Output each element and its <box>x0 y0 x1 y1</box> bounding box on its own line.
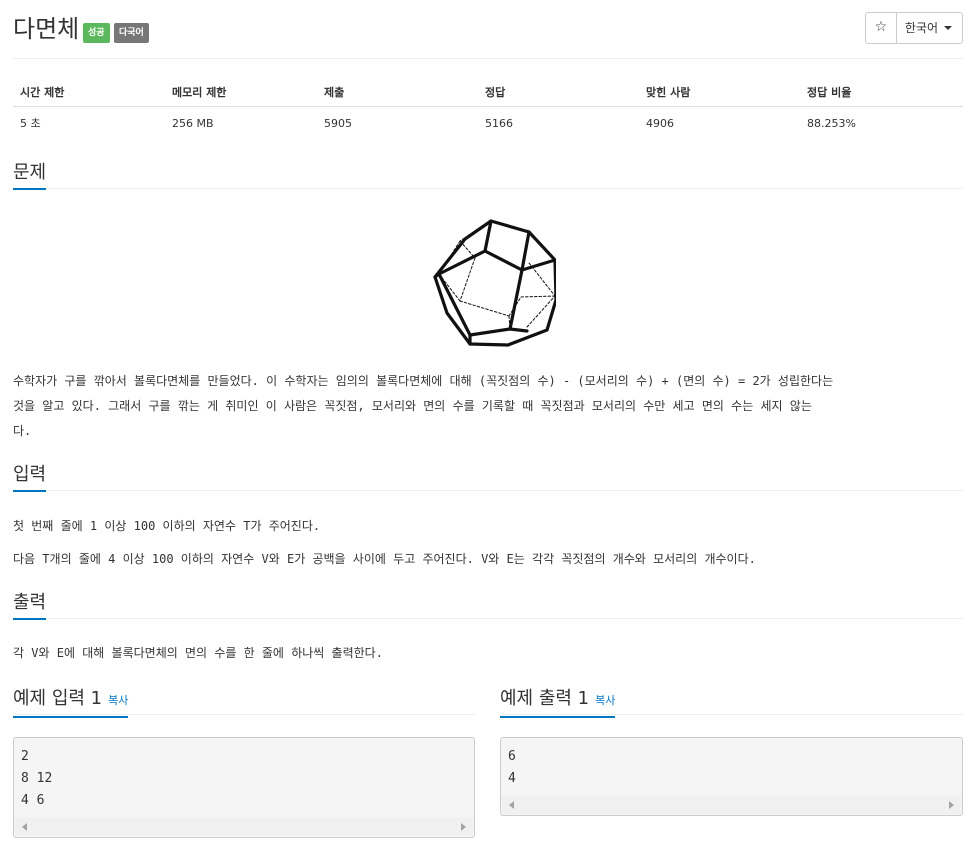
caret-down-icon <box>944 26 952 30</box>
scroll-right-icon[interactable] <box>461 823 466 831</box>
input-description: 첫 번째 줄에 1 이상 100 이하의 자연수 T가 주어진다. 다음 T개의… <box>13 514 963 572</box>
problem-text-line: 것을 알고 있다. 그래서 구를 깎는 게 취미인 이 사람은 꼭짓점, 모서리… <box>13 399 812 413</box>
problem-section-header: 문제 <box>13 160 963 190</box>
input-text-line: 다음 T개의 줄에 4 이상 100 이하의 자연수 V와 E가 공백을 사이에… <box>13 552 756 566</box>
info-header-memory-limit: 메모리 제한 <box>165 78 317 107</box>
language-label: 한국어 <box>904 21 938 35</box>
sample-input-box[interactable]: 2 8 12 4 6 <box>13 737 475 838</box>
favorite-button[interactable]: ☆ <box>866 13 897 43</box>
sample-input-header: 예제 입력 1 복사 <box>13 686 475 718</box>
status-badge-multilang[interactable]: 다국어 <box>114 23 149 43</box>
input-section-header: 입력 <box>13 462 963 492</box>
info-header-solvers: 맞힌 사람 <box>639 78 800 107</box>
output-section-header: 출력 <box>13 590 963 620</box>
status-badge-success[interactable]: 성공 <box>83 23 110 43</box>
sample-input-scrollbar[interactable] <box>15 818 473 836</box>
sample-output-box[interactable]: 6 4 <box>500 737 963 816</box>
info-submissions[interactable]: 5905 <box>317 107 478 140</box>
star-outline-icon: ☆ <box>874 19 888 35</box>
info-value-row: 5 초 256 MB 5905 5166 4906 88.253% <box>13 107 963 140</box>
header-button-group: ☆ 한국어 <box>864 12 963 44</box>
info-ratio: 88.253% <box>807 116 856 130</box>
sample-input-copy-button[interactable]: 복사 <box>108 694 128 707</box>
problem-heading: 문제 <box>13 160 47 190</box>
problem-text-line: 수학자가 구를 깎아서 볼록다면체를 만들었다. 이 수학자는 임의의 볼록다면… <box>13 374 834 388</box>
problem-description: 수학자가 구를 깎아서 볼록다면체를 만들었다. 이 수학자는 임의의 볼록다면… <box>13 369 963 444</box>
sample-output-heading: 예제 출력 1 복사 <box>500 686 616 718</box>
info-header-time-limit: 시간 제한 <box>13 78 165 107</box>
info-memory-limit: 256 MB <box>172 116 214 130</box>
sample-output-scrollbar[interactable] <box>502 796 961 814</box>
sample-input-title: 예제 입력 1 <box>13 688 103 709</box>
scroll-left-icon[interactable] <box>22 823 27 831</box>
sample-input-text: 2 8 12 4 6 <box>21 749 53 808</box>
sample-output-header: 예제 출력 1 복사 <box>500 686 963 718</box>
scroll-left-icon[interactable] <box>509 801 514 809</box>
info-solvers[interactable]: 4906 <box>639 107 800 140</box>
problem-title: 다면체 <box>13 15 80 43</box>
language-dropdown[interactable]: 한국어 <box>897 13 962 43</box>
sample-input-heading: 예제 입력 1 복사 <box>13 686 129 718</box>
sample-output-copy-button[interactable]: 복사 <box>595 694 615 707</box>
input-text-line: 첫 번째 줄에 1 이상 100 이하의 자연수 T가 주어진다. <box>13 519 321 533</box>
info-header-submissions: 제출 <box>317 78 478 107</box>
info-time-limit: 5 초 <box>20 117 41 130</box>
output-description: 각 V와 E에 대해 볼록다면체의 면의 수를 한 줄에 하나씩 출력한다. <box>13 641 963 666</box>
sample-output-text: 6 4 <box>508 749 516 786</box>
problem-text-line: 다. <box>13 424 32 438</box>
output-text-line: 각 V와 E에 대해 볼록다면체의 면의 수를 한 줄에 하나씩 출력한다. <box>13 646 383 660</box>
info-header-row: 시간 제한 메모리 제한 제출 정답 맞힌 사람 정답 비율 <box>13 78 963 107</box>
input-heading: 입력 <box>13 462 47 492</box>
dodecahedron-figure <box>433 219 556 347</box>
output-heading: 출력 <box>13 590 47 620</box>
problem-header: 다면체 성공 다국어 ☆ 한국어 <box>13 12 963 46</box>
sample-output-title: 예제 출력 1 <box>500 688 590 709</box>
info-header-ratio: 정답 비율 <box>800 78 963 107</box>
info-header-accepted: 정답 <box>478 78 639 107</box>
header-divider <box>13 58 963 59</box>
scroll-right-icon[interactable] <box>949 801 954 809</box>
problem-info-table: 시간 제한 메모리 제한 제출 정답 맞힌 사람 정답 비율 5 초 256 M… <box>13 78 963 139</box>
info-accepted[interactable]: 5166 <box>478 107 639 140</box>
